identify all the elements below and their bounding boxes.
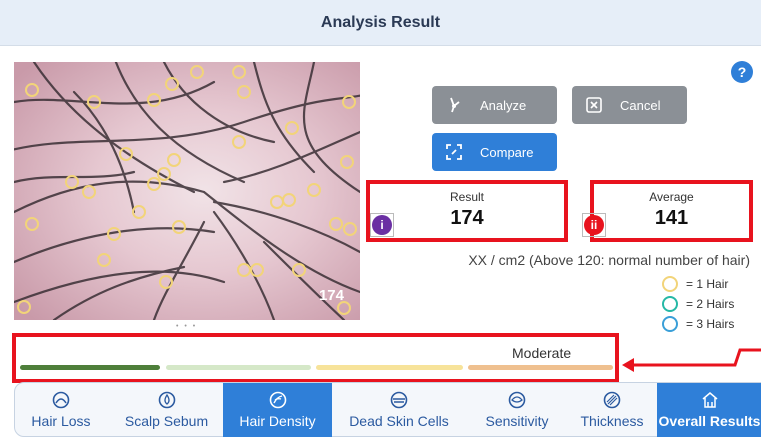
tab-label: Overall Results <box>658 413 761 429</box>
analyze-button[interactable]: Analyze <box>432 86 557 124</box>
unit-note: XX / cm2 (Above 120: normal number of ha… <box>468 252 750 268</box>
hair-density-icon <box>269 391 287 409</box>
result-marker-badge: i <box>372 215 392 235</box>
analyze-icon <box>446 97 462 113</box>
thickness-icon <box>603 391 621 409</box>
cancel-label: Cancel <box>620 97 661 113</box>
compare-button[interactable]: Compare <box>432 133 557 171</box>
tab-label: Dead Skin Cells <box>349 413 449 429</box>
blue-circle-icon <box>662 316 678 332</box>
average-panel: Average 141 <box>590 180 753 242</box>
compare-label: Compare <box>480 144 534 160</box>
image-count-overlay: 174 <box>318 287 344 304</box>
tab-label: Sensitivity <box>485 413 549 429</box>
pointer-arrow-icon <box>622 348 761 372</box>
teal-circle-icon <box>662 296 678 312</box>
legend-item-1-hair: = 1 Hair <box>662 276 761 292</box>
result-value: 174 <box>450 207 484 229</box>
scalp-microscope-image: 174 <box>14 62 360 320</box>
sensitivity-icon <box>508 391 526 409</box>
result-label: Result <box>449 190 484 204</box>
result-panel: Result 174 <box>366 180 568 242</box>
yellow-circle-icon <box>662 276 678 292</box>
category-tab-bar: Hair Loss Scalp Sebum Hair Density Dead … <box>14 382 761 437</box>
compare-icon <box>446 144 462 160</box>
close-icon <box>586 97 602 113</box>
cancel-button[interactable]: Cancel <box>572 86 687 124</box>
tab-scalp-sebum[interactable]: Scalp Sebum <box>110 383 223 437</box>
average-label: Average <box>649 190 694 204</box>
hair-loss-icon <box>52 391 70 409</box>
page-title: Analysis Result <box>320 13 441 31</box>
legend-item-2-hairs: = 2 Hairs <box>662 296 761 312</box>
tab-label: Hair Density <box>239 413 316 429</box>
legend-label: = 1 Hair <box>686 277 729 291</box>
dead-skin-icon <box>390 391 408 409</box>
image-pager-dots[interactable]: • • • <box>176 323 197 330</box>
level-segment-moderate <box>468 365 613 370</box>
tab-overall-results[interactable]: Overall Results <box>657 383 761 437</box>
average-value: 141 <box>654 207 689 229</box>
legend-item-3-hairs: = 3 Hairs <box>662 316 761 332</box>
density-level-label: Moderate <box>512 345 572 361</box>
tab-label: Hair Loss <box>31 413 91 429</box>
scalp-photo-graphic <box>14 62 360 320</box>
density-level-panel: Moderate <box>12 333 619 383</box>
tab-thickness[interactable]: Thickness <box>567 383 657 437</box>
tab-hair-density[interactable]: Hair Density <box>223 383 332 437</box>
average-marker-badge: ii <box>584 215 604 235</box>
level-segment-below-average <box>166 365 311 370</box>
tab-dead-skin-cells[interactable]: Dead Skin Cells <box>335 383 463 437</box>
sebum-icon <box>158 391 176 409</box>
tab-label: Scalp Sebum <box>124 413 209 429</box>
level-segment-low <box>20 365 160 370</box>
level-segment-average <box>316 365 463 370</box>
tab-sensitivity[interactable]: Sensitivity <box>467 383 567 437</box>
tab-hair-loss[interactable]: Hair Loss <box>15 383 107 437</box>
header-bar: Analysis Result <box>0 0 761 46</box>
legend-label: = 2 Hairs <box>686 297 735 311</box>
tab-label: Thickness <box>580 413 644 429</box>
legend-label: = 3 Hairs <box>686 317 735 331</box>
overall-results-icon <box>701 391 719 409</box>
help-button[interactable]: ? <box>731 61 753 83</box>
analyze-label: Analyze <box>480 97 527 113</box>
